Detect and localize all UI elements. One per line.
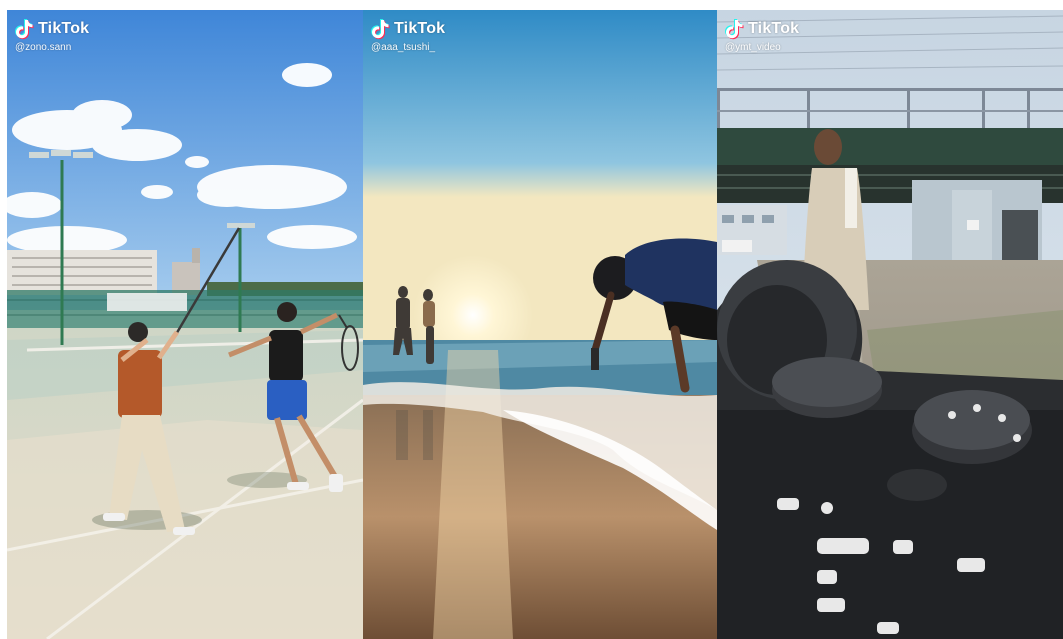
tiktok-brand-label: TikTok (38, 20, 90, 37)
collage-strip: TikTok @zono.sann TikTok @aaa_tsushi_ Ti… (7, 10, 1063, 639)
tiktok-note-icon (14, 18, 34, 40)
beach-panel: TikTok @aaa_tsushi_ (363, 10, 717, 639)
camera-panel: TikTok @ymt_video (717, 10, 1063, 639)
tiktok-note-icon (724, 18, 744, 40)
tiktok-watermark: TikTok @ymt_video (724, 18, 799, 53)
creator-handle: @aaa_tsushi_ (371, 42, 436, 53)
creator-handle: @ymt_video (725, 42, 781, 53)
tiktok-watermark: TikTok @aaa_tsushi_ (370, 18, 445, 53)
tiktok-brand-label: TikTok (394, 20, 446, 37)
creator-handle: @zono.sann (15, 42, 72, 53)
bridge-camera-photo (717, 10, 1063, 639)
tiktok-brand-label: TikTok (748, 20, 800, 37)
beach-sunset-photo (363, 10, 717, 639)
tennis-panel: TikTok @zono.sann (7, 10, 363, 639)
tennis-court-photo (7, 10, 363, 639)
tiktok-watermark: TikTok @zono.sann (14, 18, 89, 53)
tiktok-note-icon (370, 18, 390, 40)
